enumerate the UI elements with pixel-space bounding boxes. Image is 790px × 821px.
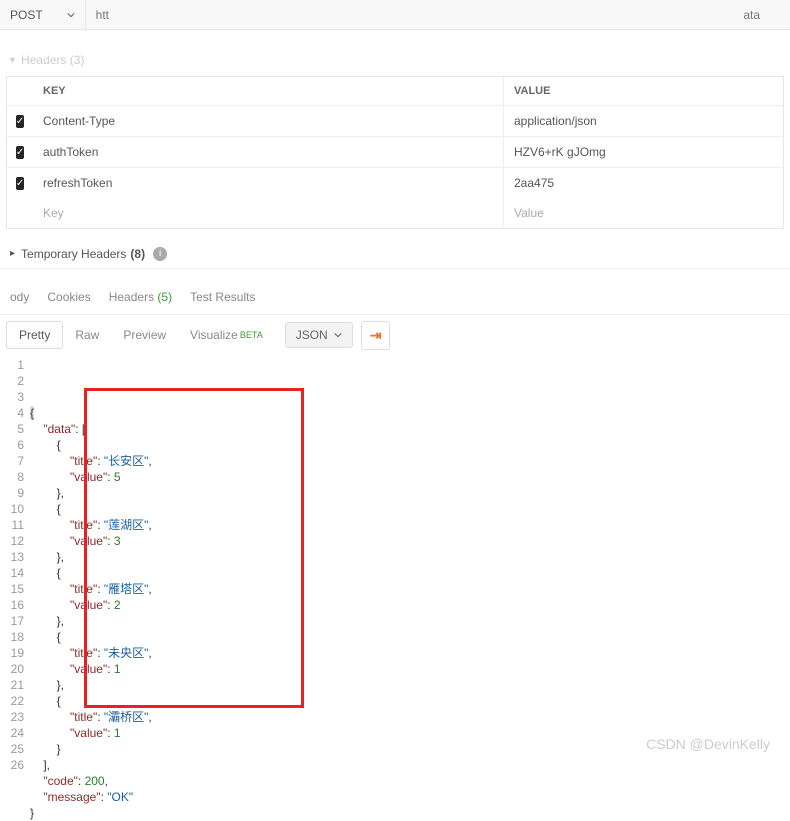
response-toolbar: Pretty Raw Preview VisualizeBETA JSON ⇥ <box>0 315 790 355</box>
table-row[interactable]: ✓ refreshToken2aa475 <box>7 168 783 198</box>
header-value[interactable]: application/json <box>503 106 783 136</box>
wrap-icon: ⇥ <box>370 327 382 344</box>
format-label: JSON <box>296 328 328 342</box>
url-suffix: ata <box>743 8 780 22</box>
headers-new-row[interactable]: Key Value <box>7 198 783 228</box>
table-row[interactable]: ✓ authTokenHZV6+rK gJOmg <box>7 137 783 168</box>
response-tabs: ody Cookies Headers (5) Test Results <box>0 279 790 315</box>
url-input[interactable]: htt ata <box>85 0 790 29</box>
chevron-down-icon <box>67 8 75 22</box>
http-method-label: POST <box>10 8 43 22</box>
tab-test-results[interactable]: Test Results <box>190 290 255 304</box>
code-content[interactable]: { "data": [ { "title": "长安区", "value": 5… <box>30 355 152 821</box>
tab-cookies[interactable]: Cookies <box>47 290 90 304</box>
header-key[interactable]: authToken <box>33 137 503 167</box>
headers-table-head: KEY VALUE <box>7 77 783 106</box>
temporary-headers-count: (8) <box>130 247 145 261</box>
caret-down-icon: ▾ <box>10 55 15 66</box>
tab-headers[interactable]: Headers (5) <box>109 290 172 304</box>
headers-table: KEY VALUE ✓Content-Typeapplication/json✓… <box>6 76 784 229</box>
format-select[interactable]: JSON <box>285 322 353 348</box>
url-prefix: htt <box>96 8 109 22</box>
header-key[interactable]: Content-Type <box>33 106 503 136</box>
watermark: CSDN @DevinKelly <box>646 736 770 752</box>
view-visualize[interactable]: VisualizeBETA <box>178 322 275 348</box>
temporary-headers-toggle[interactable]: ▸ Temporary Headers (8) i <box>0 239 790 269</box>
header-value[interactable]: HZV6+rK gJOmg <box>503 137 783 167</box>
header-value[interactable]: 2aa475 <box>503 168 783 198</box>
line-gutter: 1234567891011121314151617181920212223242… <box>0 355 30 821</box>
caret-right-icon: ▸ <box>10 248 15 259</box>
headers-section-label: Headers (3) <box>21 53 84 67</box>
table-row[interactable]: ✓ Content-Typeapplication/json <box>7 106 783 137</box>
checkbox-icon[interactable]: ✓ <box>16 115 24 128</box>
tab-body[interactable]: ody <box>10 290 29 304</box>
checkbox-icon[interactable]: ✓ <box>16 146 24 159</box>
view-raw[interactable]: Raw <box>63 322 111 348</box>
new-key-input[interactable]: Key <box>33 198 503 228</box>
http-method-select[interactable]: POST <box>0 0 85 29</box>
view-pretty[interactable]: Pretty <box>6 321 63 349</box>
request-url-bar: POST htt ata <box>0 0 790 30</box>
wrap-lines-button[interactable]: ⇥ <box>361 321 391 350</box>
header-key[interactable]: refreshToken <box>33 168 503 198</box>
new-value-input[interactable]: Value <box>503 198 783 228</box>
temporary-headers-label: Temporary Headers <box>21 247 126 261</box>
chevron-down-icon <box>334 331 342 339</box>
view-preview[interactable]: Preview <box>111 322 178 348</box>
checkbox-icon[interactable]: ✓ <box>16 177 24 190</box>
value-column-header: VALUE <box>503 77 783 105</box>
key-column-header: KEY <box>33 77 503 105</box>
headers-section-toggle[interactable]: ▾ Headers (3) <box>0 50 790 70</box>
info-icon[interactable]: i <box>153 247 167 261</box>
